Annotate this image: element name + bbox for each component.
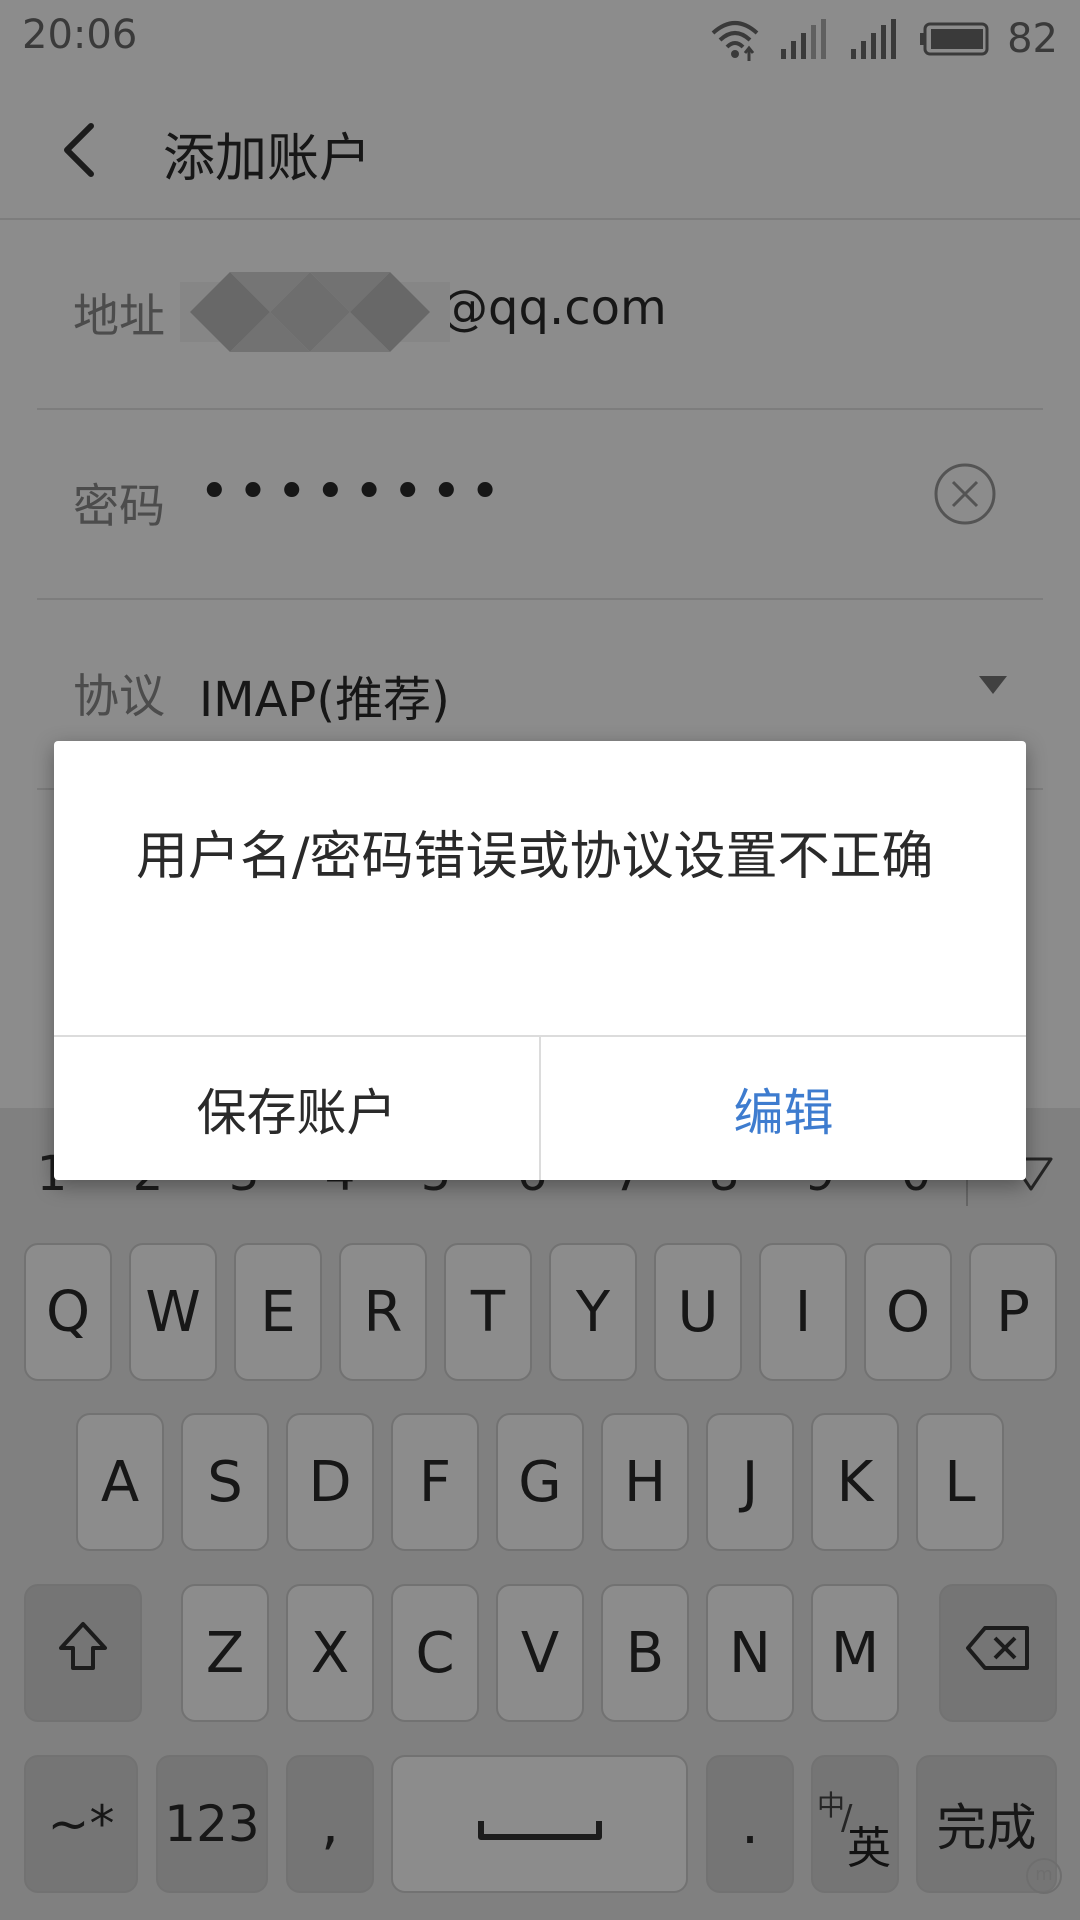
dialog-message: 用户名/密码错误或协议设置不正确 xyxy=(136,827,934,887)
error-dialog: 用户名/密码错误或协议设置不正确 保存账户 编辑 xyxy=(54,741,1026,1180)
save-account-button[interactable]: 保存账户 xyxy=(54,1037,539,1180)
screen: 20:06 82 添加账户 地址 @qq.com 密码 •••••••• 协议 … xyxy=(0,0,1080,1920)
edit-button[interactable]: 编辑 xyxy=(541,1037,1026,1180)
